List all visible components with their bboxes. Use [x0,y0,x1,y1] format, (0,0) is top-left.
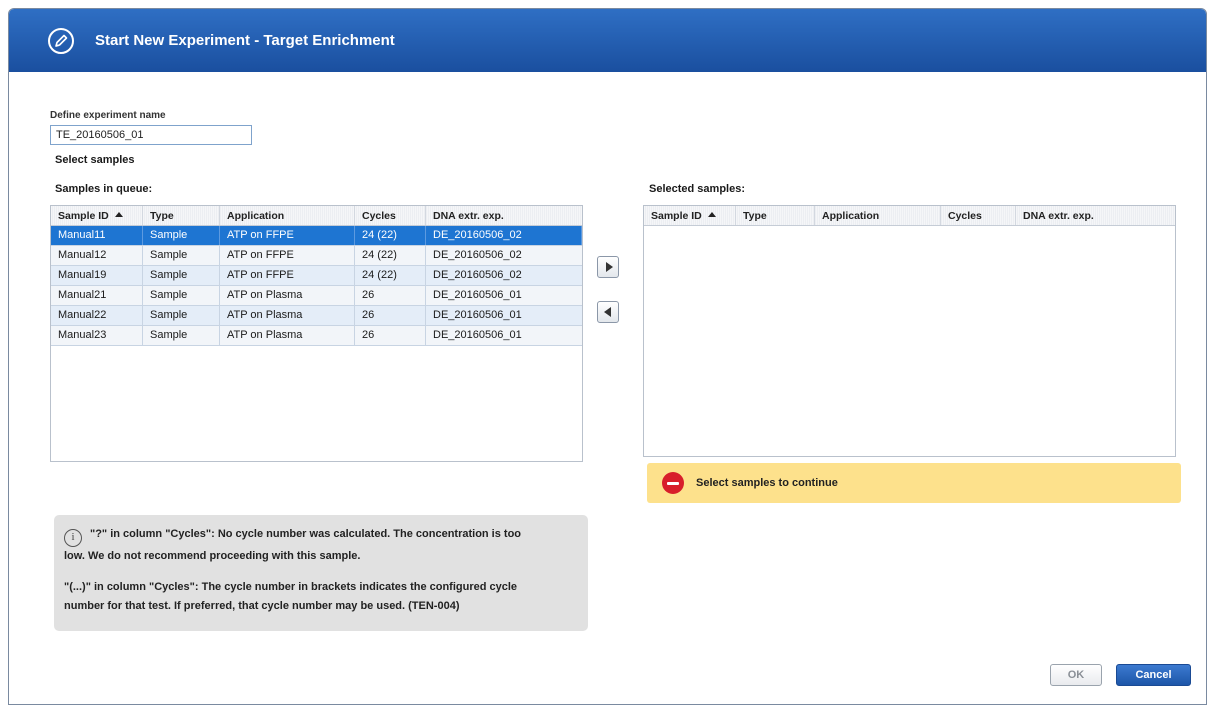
cell-cycles: 24 (22) [355,266,426,285]
cell-dna-extr-exp: DE_20160506_01 [433,309,522,321]
cell-type: Sample [143,246,220,265]
ok-button[interactable]: OK [1050,664,1102,686]
cell-cycles: 24 (22) [355,246,426,265]
column-header-type[interactable]: Type [736,206,815,225]
info-icon: i [64,529,82,547]
cell-dna-extr-exp: DE_20160506_02 [426,226,582,245]
cell-type: Sample [143,326,220,345]
select-samples-label: Select samples [55,154,135,166]
cell-dna-extr-exp: DE_20160506_01 [433,329,522,341]
warning-text: Select samples to continue [696,477,838,489]
pencil-circle-icon [47,27,75,55]
column-label: Application [822,210,880,222]
column-header-application[interactable]: Application [815,206,941,225]
cell-sample-id: Manual21 [51,286,143,305]
cell-dna-extr-exp: DE_20160506_02 [433,249,522,261]
cell-application: ATP on Plasma [220,306,355,325]
cell-application: ATP on Plasma [220,286,355,305]
info-line: number for that test. If preferred, that… [64,600,460,612]
column-label: Cycles [362,210,396,222]
info-line: "(...)" in column "Cycles": The cycle nu… [64,581,518,593]
remove-sample-button[interactable] [597,301,619,323]
table-row[interactable]: Manual11 Sample ATP on FFPE 24 (22) DE_20160… [51,226,582,246]
arrow-right-icon [605,262,613,272]
cell-dna-extr-exp: DE_20160506_01 [433,289,522,301]
column-header-cycles[interactable]: Cycles [941,206,1016,225]
cell-sample-id: Manual12 [51,246,143,265]
column-label: Sample ID [651,210,702,222]
column-header-dna-extr-exp[interactable]: DNA extr. exp. [1016,206,1175,225]
dialog-title: Start New Experiment - Target Enrichment [95,32,395,49]
column-header-cycles[interactable]: Cycles [355,206,426,225]
cell-cycles: 26 [355,306,426,325]
cell-application: ATP on FFPE [220,226,355,245]
info-line: i "?" in column "Cycles": No cycle number… [64,525,578,547]
column-label: Application [227,210,285,222]
table-row[interactable]: Manual23 Sample ATP on Plasma 26 DE_20160506… [51,326,582,346]
stop-icon [662,472,684,494]
selected-table[interactable]: Sample ID Type Application Cycles DNA ex… [643,205,1176,457]
experiment-name-input[interactable] [50,125,252,145]
column-label: Sample ID [58,210,109,222]
cell-sample-id: Manual19 [51,266,143,285]
queue-table[interactable]: Sample ID Type Application Cycles DNA ex… [50,205,583,462]
info-line: low. We do not recommend proceeding with… [64,550,361,562]
cell-application: ATP on Plasma [220,326,355,345]
cancel-button[interactable]: Cancel [1116,664,1191,686]
arrow-left-icon [603,307,611,317]
table-row[interactable]: Manual12 Sample ATP on FFPE 24 (22) DE_20160… [51,246,582,266]
column-header-sample-id[interactable]: Sample ID [51,206,143,225]
cycles-info-box: i "?" in column "Cycles": No cycle number… [54,515,588,631]
column-label: Type [150,210,174,222]
cell-dna-extr-exp: DE_20160506_02 [433,269,522,281]
dialog-titlebar: Start New Experiment - Target Enrichment [9,9,1206,72]
cell-type: Sample [143,266,220,285]
cell-type: Sample [143,286,220,305]
cell-sample-id: Manual22 [51,306,143,325]
experiment-name-label: Define experiment name [50,110,166,121]
sort-ascending-icon [114,212,123,217]
cell-cycles: 26 [355,286,426,305]
cell-sample-id: Manual23 [51,326,143,345]
column-label: Type [743,210,767,222]
column-label: DNA extr. exp. [1023,210,1094,222]
queue-table-header: Sample ID Type Application Cycles DNA ex… [51,206,582,226]
cell-cycles: 24 (22) [355,226,426,245]
table-row[interactable]: Manual22 Sample ATP on Plasma 26 DE_20160506… [51,306,582,326]
queue-label: Samples in queue: [55,183,153,195]
queue-table-body: Manual11 Sample ATP on FFPE 24 (22) DE_20160… [51,226,582,346]
column-label: Cycles [948,210,982,222]
column-header-type[interactable]: Type [143,206,220,225]
info-text: "?" in column "Cycles": No cycle number … [90,528,522,540]
cell-type: Sample [143,306,220,325]
add-sample-button[interactable] [597,256,619,278]
column-header-application[interactable]: Application [220,206,355,225]
cell-cycles: 26 [355,326,426,345]
table-row[interactable]: Manual19 Sample ATP on FFPE 24 (22) DE_20160… [51,266,582,286]
table-row[interactable]: Manual21 Sample ATP on Plasma 26 DE_20160506… [51,286,582,306]
column-header-dna-extr-exp[interactable]: DNA extr. exp. [426,206,582,225]
cell-type: Sample [143,226,220,245]
column-header-sample-id[interactable]: Sample ID [644,206,736,225]
cell-application: ATP on FFPE [220,266,355,285]
cell-sample-id: Manual11 [51,226,143,245]
selected-table-header: Sample ID Type Application Cycles DNA ex… [644,206,1175,226]
selected-samples-label: Selected samples: [649,183,745,195]
cell-application: ATP on FFPE [220,246,355,265]
column-label: DNA extr. exp. [433,210,504,222]
sort-ascending-icon [707,212,716,217]
validation-warning: Select samples to continue [647,463,1181,503]
